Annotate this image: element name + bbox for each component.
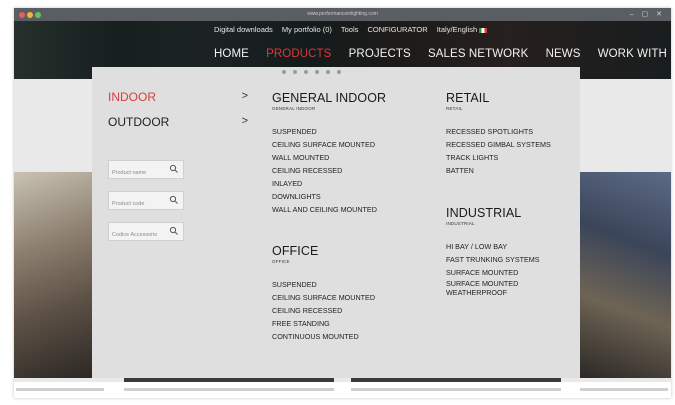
digital-downloads-link[interactable]: Digital downloads — [214, 25, 273, 34]
category-list: INDOOR > OUTDOOR > — [108, 90, 248, 140]
carousel-dot[interactable] — [326, 70, 330, 74]
top-utility-nav: Digital downloads My portfolio (0) Tools… — [214, 25, 494, 34]
menu-item[interactable]: CEILING RECESSED — [272, 304, 375, 317]
search-icon[interactable] — [169, 164, 179, 174]
menu-item[interactable]: INLAYED — [272, 177, 386, 190]
nav-home[interactable]: HOME — [214, 48, 249, 60]
nav-sales-network[interactable]: SALES NETWORK — [428, 48, 528, 60]
products-mega-menu: INDOOR > OUTDOOR > GENERAL INDOOR GENERA… — [92, 67, 580, 378]
my-portfolio-link[interactable]: My portfolio (0) — [282, 25, 332, 34]
menu-item[interactable]: CEILING RECESSED — [272, 164, 386, 177]
search-icon[interactable] — [169, 226, 179, 236]
product-code-input[interactable] — [109, 195, 174, 213]
carousel-dot[interactable] — [282, 70, 286, 74]
menu-item[interactable]: DOWNLIGHTS — [272, 190, 386, 203]
section-title[interactable]: OFFICE — [272, 244, 375, 258]
retail-section: RETAIL RETAIL RECESSED SPOTLIGHTS RECESS… — [446, 91, 551, 177]
menu-item[interactable]: FAST TRUNKING SYSTEMS — [446, 253, 540, 266]
menu-item[interactable]: FREE STANDING — [272, 317, 375, 330]
divider — [351, 388, 561, 391]
divider — [16, 388, 104, 391]
url-bar[interactable]: www.performanceinlighting.com — [14, 11, 671, 17]
language-label: Italy/English — [436, 25, 478, 34]
nav-projects[interactable]: PROJECTS — [349, 48, 411, 60]
tools-link[interactable]: Tools — [341, 25, 359, 34]
accessory-code-search — [108, 222, 184, 244]
office-section: OFFICE OFFICE SUSPENDED CEILING SURFACE … — [272, 244, 375, 343]
language-selector[interactable]: Italy/English — [436, 25, 488, 34]
carousel-dots — [282, 61, 348, 79]
nav-work-with-us[interactable]: WORK WITH US — [598, 48, 671, 60]
menu-item[interactable]: RECESSED GIMBAL SYSTEMS — [446, 138, 551, 151]
industrial-section: INDUSTRIAL INDUSTRIAL HI BAY / LOW BAY F… — [446, 206, 540, 297]
menu-item[interactable]: CONTINUOUS MOUNTED — [272, 330, 375, 343]
category-indoor-label: INDOOR — [108, 90, 156, 104]
window-controls-icon[interactable]: – ▢ ✕ — [630, 10, 665, 18]
menu-item[interactable]: RECESSED SPOTLIGHTS — [446, 125, 551, 138]
chevron-right-icon: > — [241, 115, 248, 127]
section-subtitle: OFFICE — [272, 259, 290, 264]
menu-item[interactable]: CEILING SURFACE MOUNTED — [272, 291, 375, 304]
divider — [580, 388, 668, 391]
nav-products[interactable]: PRODUCTS — [266, 48, 331, 60]
product-name-input[interactable] — [109, 164, 174, 182]
nav-news[interactable]: NEWS — [546, 48, 581, 60]
menu-item[interactable]: TRACK LIGHTS — [446, 151, 551, 164]
italy-flag-icon — [479, 27, 488, 33]
menu-item[interactable]: SUSPENDED — [272, 278, 375, 291]
carousel-dot[interactable] — [315, 70, 319, 74]
product-code-search — [108, 191, 184, 213]
category-indoor[interactable]: INDOOR > — [108, 90, 248, 104]
section-subtitle: GENERAL INDOOR — [272, 106, 316, 111]
browser-window: www.performanceinlighting.com – ▢ ✕ Digi… — [14, 8, 671, 398]
title-bar: www.performanceinlighting.com – ▢ ✕ — [14, 8, 671, 21]
carousel-dot[interactable] — [293, 70, 297, 74]
menu-item[interactable]: SUSPENDED — [272, 125, 386, 138]
menu-item[interactable]: WEATHERPROOF — [446, 288, 540, 297]
divider — [124, 388, 334, 391]
section-title[interactable]: RETAIL — [446, 91, 551, 105]
search-icon[interactable] — [169, 195, 179, 205]
menu-item[interactable]: SURFACE MOUNTED — [446, 279, 540, 288]
configurator-link[interactable]: CONFIGURATOR — [367, 25, 427, 34]
project-photo-right[interactable] — [580, 172, 671, 378]
page-footer-area — [14, 382, 671, 398]
project-photo-left[interactable] — [14, 172, 92, 378]
product-name-search — [108, 160, 184, 182]
menu-item[interactable]: WALL MOUNTED — [272, 151, 386, 164]
carousel-dot[interactable] — [304, 70, 308, 74]
menu-item[interactable]: HI BAY / LOW BAY — [446, 240, 540, 253]
general-indoor-section: GENERAL INDOOR GENERAL INDOOR SUSPENDED … — [272, 91, 386, 216]
category-outdoor[interactable]: OUTDOOR > — [108, 115, 248, 129]
main-nav: HOME PRODUCTS PROJECTS SALES NETWORK NEW… — [214, 48, 671, 60]
section-subtitle: INDUSTRIAL — [446, 221, 475, 226]
carousel-dot[interactable] — [337, 70, 341, 74]
chevron-right-icon: > — [241, 90, 248, 102]
menu-item[interactable]: SURFACE MOUNTED — [446, 266, 540, 279]
menu-item[interactable]: CEILING SURFACE MOUNTED — [272, 138, 386, 151]
section-title[interactable]: INDUSTRIAL — [446, 206, 540, 220]
section-title[interactable]: GENERAL INDOOR — [272, 91, 386, 105]
menu-item[interactable]: BATTEN — [446, 164, 551, 177]
section-subtitle: RETAIL — [446, 106, 463, 111]
category-outdoor-label: OUTDOOR — [108, 115, 170, 129]
menu-item[interactable]: WALL AND CEILING MOUNTED — [272, 203, 386, 216]
accessory-code-input[interactable] — [109, 226, 174, 244]
